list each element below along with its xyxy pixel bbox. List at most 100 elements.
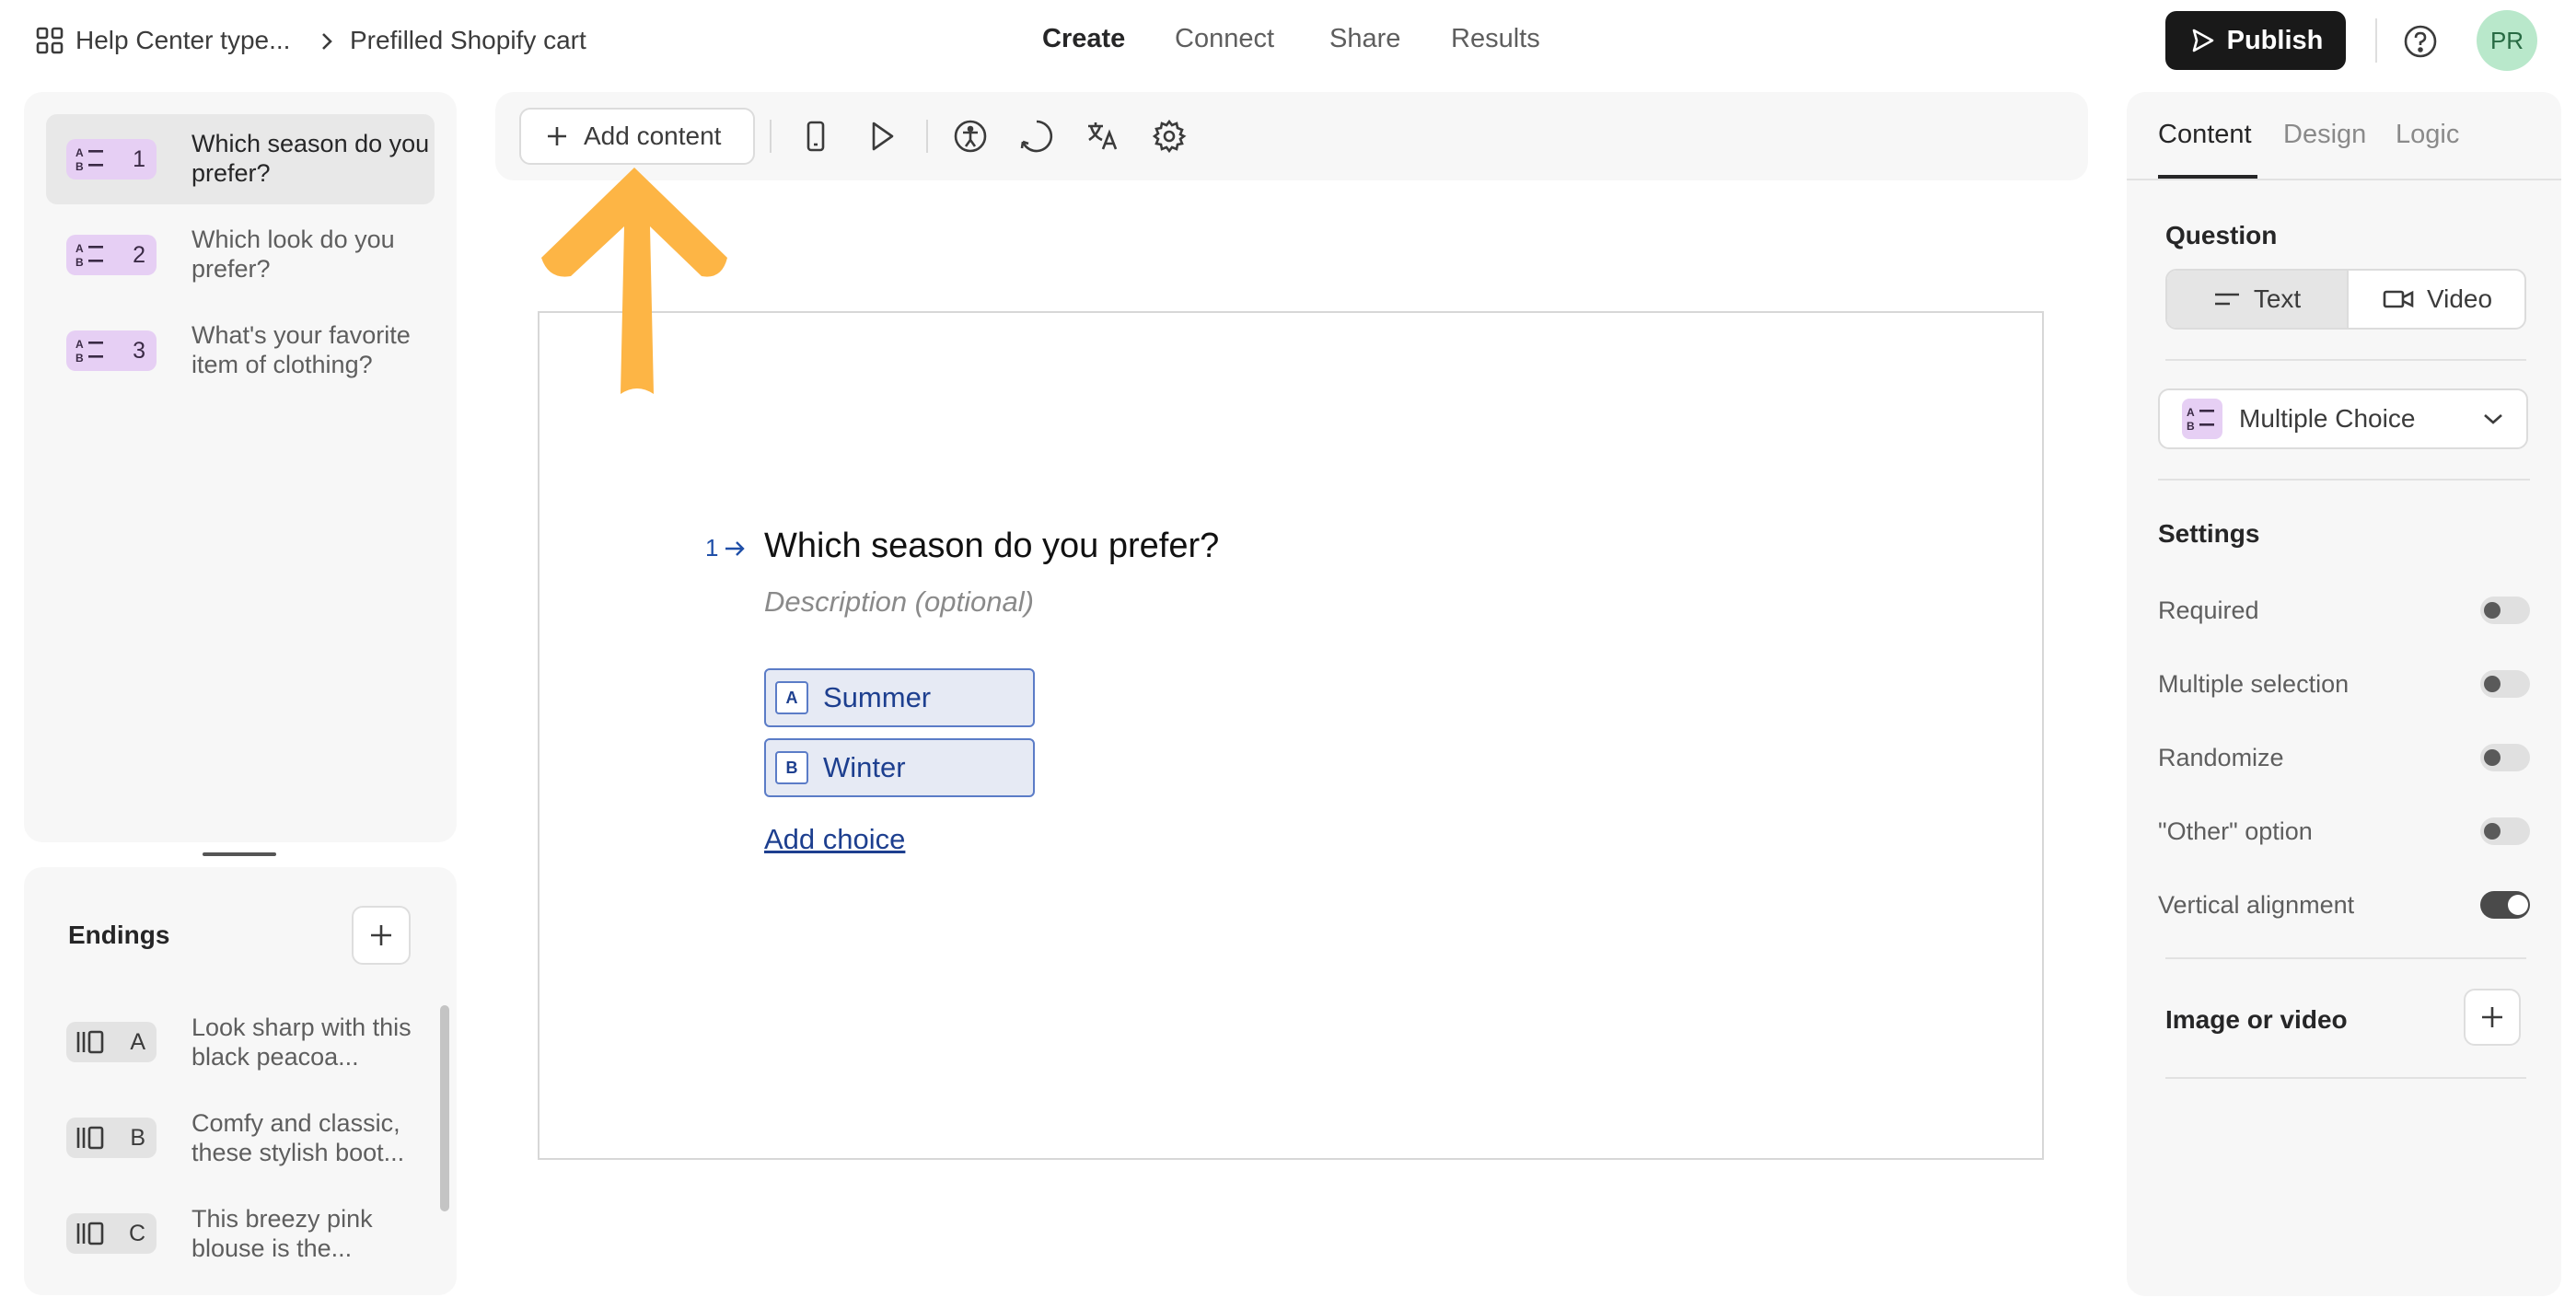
question-badge: AB 3 (66, 330, 157, 371)
ending-badge: C (66, 1213, 157, 1254)
tab-share[interactable]: Share (1329, 24, 1400, 54)
avatar[interactable]: PR (2477, 10, 2537, 71)
setting-multiple-selection: Multiple selection (2158, 666, 2530, 703)
svg-text:B: B (2187, 420, 2195, 433)
translate-icon[interactable] (1085, 118, 1121, 155)
breadcrumb-workspace[interactable]: Help Center type... (75, 26, 290, 55)
ending-item-c[interactable]: C This breezy pink blouse is the... (46, 1189, 424, 1280)
question-number: 1 (133, 145, 145, 172)
add-choice-link[interactable]: Add choice (764, 823, 905, 856)
setting-other-option: "Other" option (2158, 814, 2530, 851)
multiple-choice-icon: AB (75, 241, 107, 269)
toggle-knob (2484, 602, 2501, 619)
toggle-knob (2508, 895, 2528, 915)
tab-create[interactable]: Create (1042, 24, 1125, 54)
tab-connect[interactable]: Connect (1175, 24, 1274, 54)
choice-key: B (775, 751, 808, 784)
svg-text:B: B (75, 160, 84, 173)
panel-resize-handle[interactable] (203, 852, 276, 856)
breadcrumb-form-title[interactable]: Prefilled Shopify cart (350, 26, 586, 55)
choice-winter[interactable]: B Winter (764, 738, 1035, 797)
choice-summer[interactable]: A Summer (764, 668, 1035, 727)
setting-label: Randomize (2158, 744, 2284, 771)
svg-text:A: A (2187, 406, 2195, 419)
question-description-input[interactable]: Description (optional) (764, 585, 1034, 619)
randomize-toggle[interactable] (2480, 744, 2530, 771)
multiple-choice-icon: AB (75, 337, 107, 365)
accessibility-icon[interactable] (952, 118, 989, 155)
mode-video-label: Video (2426, 284, 2493, 313)
multiple-choice-icon: AB (75, 145, 107, 173)
toggle-knob (2484, 823, 2501, 840)
ending-key: A (130, 1028, 145, 1055)
ending-item-a[interactable]: A Look sharp with this black peacoa... (46, 998, 424, 1088)
tab-content[interactable]: Content (2158, 120, 2252, 150)
question-item-3[interactable]: AB 3 What's your favorite item of clothi… (46, 306, 435, 396)
setting-required: Required (2158, 593, 2530, 630)
ending-item-b[interactable]: B Comfy and classic, these stylish boot.… (46, 1094, 424, 1184)
question-list-panel: AB 1 Which season do you prefer? AB 2 Wh… (24, 92, 457, 842)
section-divider (2165, 1077, 2526, 1079)
other-option-toggle[interactable] (2480, 817, 2530, 845)
tab-divider (2127, 179, 2561, 180)
toggle-knob (2484, 676, 2501, 692)
toolbar-separator (926, 120, 928, 153)
settings-gear-icon[interactable] (1151, 118, 1188, 155)
setting-label: Required (2158, 597, 2259, 624)
endings-scrollbar[interactable] (440, 1005, 449, 1211)
ending-key: B (130, 1124, 145, 1151)
canvas-question-number: 1 (705, 534, 719, 562)
header-divider (2375, 18, 2377, 63)
multiple-selection-toggle[interactable] (2480, 670, 2530, 698)
tab-results[interactable]: Results (1451, 24, 1540, 54)
mode-video-button[interactable]: Video (2347, 271, 2524, 328)
question-number-indicator: 1 (705, 534, 746, 562)
workspace-grid-icon[interactable] (35, 26, 64, 55)
section-divider (2165, 957, 2526, 959)
ending-screen-icon (75, 1029, 105, 1055)
breadcrumb-chevron-icon (319, 31, 335, 52)
question-item-1[interactable]: AB 1 Which season do you prefer? (46, 114, 435, 204)
question-item-2[interactable]: AB 2 Which look do you prefer? (46, 210, 435, 300)
svg-text:A: A (75, 146, 84, 159)
section-divider (2165, 359, 2526, 361)
tab-logic[interactable]: Logic (2396, 120, 2459, 150)
plus-icon (367, 921, 395, 949)
ending-label: Comfy and classic, these stylish boot... (191, 1109, 405, 1166)
loading-progress-icon[interactable] (1018, 118, 1055, 155)
required-toggle[interactable] (2480, 597, 2530, 624)
question-type-select[interactable]: AB Multiple Choice (2158, 388, 2528, 449)
ending-screen-icon (75, 1125, 105, 1151)
ending-screen-icon (75, 1221, 105, 1246)
mode-text-button[interactable]: Text (2167, 271, 2347, 328)
add-media-button[interactable] (2464, 989, 2521, 1046)
setting-randomize: Randomize (2158, 740, 2530, 777)
properties-panel: Content Design Logic Question Text Video… (2127, 92, 2561, 1296)
play-preview-icon[interactable] (864, 118, 900, 155)
mobile-preview-icon[interactable] (797, 118, 834, 155)
chevron-down-icon (2482, 411, 2504, 426)
question-number: 3 (133, 337, 145, 364)
choice-key: A (775, 681, 808, 714)
annotation-arrow-up-icon (538, 164, 731, 394)
publish-button[interactable]: Publish (2165, 11, 2346, 70)
ending-badge: B (66, 1118, 157, 1158)
toolbar-separator (770, 120, 772, 153)
vertical-alignment-toggle[interactable] (2480, 891, 2530, 919)
arrow-right-icon (724, 539, 746, 558)
question-label: Which season do you prefer? (191, 130, 430, 187)
help-icon[interactable] (2403, 24, 2438, 59)
endings-title: Endings (68, 921, 170, 949)
form-canvas: 1 Which season do you prefer? Descriptio… (538, 311, 2044, 1160)
mode-text-label: Text (2253, 284, 2302, 313)
tab-design[interactable]: Design (2283, 120, 2366, 150)
question-title[interactable]: Which season do you prefer? (764, 527, 1219, 566)
add-content-button[interactable]: Add content (519, 108, 755, 165)
text-lines-icon (2213, 289, 2241, 309)
add-ending-button[interactable] (352, 906, 411, 965)
section-divider (2158, 479, 2530, 481)
question-badge: AB 2 (66, 235, 157, 275)
setting-label: Vertical alignment (2158, 891, 2355, 919)
question-type-label: Multiple Choice (2239, 404, 2416, 433)
svg-text:B: B (75, 352, 84, 365)
